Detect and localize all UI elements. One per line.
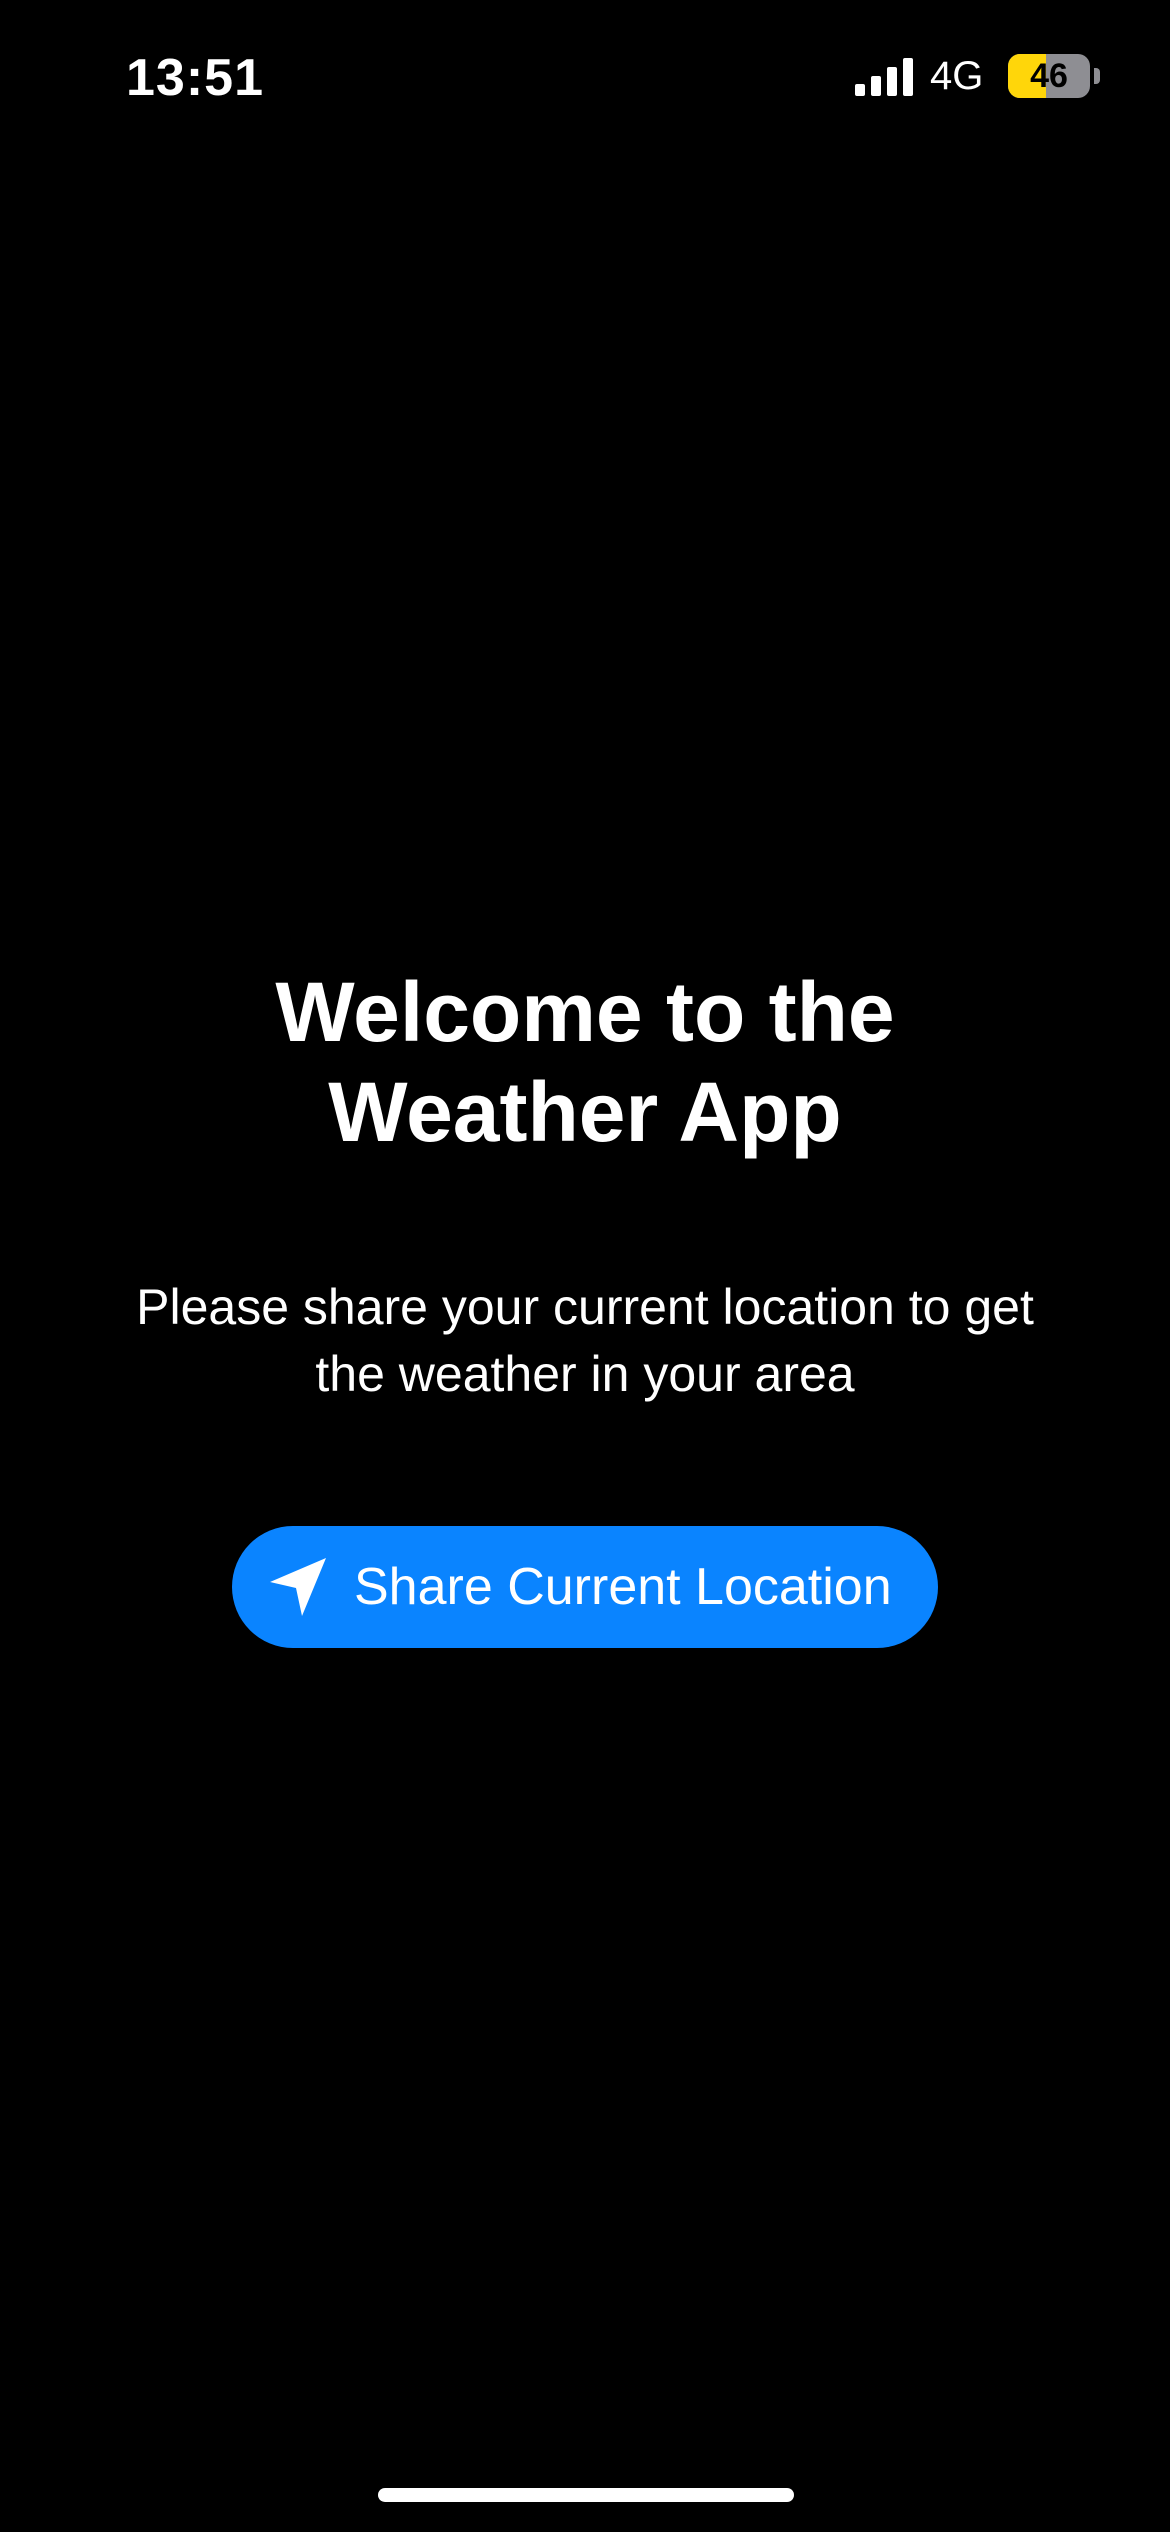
cellular-signal-icon xyxy=(855,58,913,96)
status-bar: 13:51 4G 46 xyxy=(0,0,1170,160)
welcome-message: Please share your current location to ge… xyxy=(85,1274,1085,1408)
welcome-title: Welcome to the Weather App xyxy=(0,962,1170,1162)
share-location-label: Share Current Location xyxy=(354,1558,892,1616)
welcome-message-line: the weather in your area xyxy=(315,1346,855,1402)
welcome-title-line: Welcome to the xyxy=(275,965,895,1059)
battery-cap xyxy=(1094,68,1100,84)
battery-level: 46 xyxy=(1030,57,1068,95)
welcome-message-line: Please share your current location to ge… xyxy=(136,1279,1034,1335)
location-arrow-icon xyxy=(270,1558,326,1616)
home-indicator[interactable] xyxy=(378,2488,794,2502)
welcome-title-line: Weather App xyxy=(328,1065,842,1159)
battery-icon: 46 xyxy=(1008,54,1090,98)
network-type-label: 4G xyxy=(930,54,984,98)
status-time: 13:51 xyxy=(126,49,264,107)
share-location-button[interactable]: Share Current Location xyxy=(232,1526,938,1648)
